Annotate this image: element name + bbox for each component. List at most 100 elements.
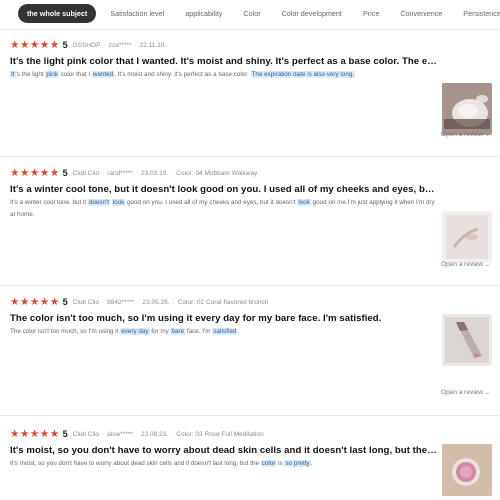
review-body: It's a winter cool tone, but it doesn't … bbox=[10, 197, 435, 221]
review-source: GSSHOP bbox=[72, 41, 101, 49]
star-icon: ★ bbox=[10, 296, 20, 308]
review-source: Club Clio bbox=[72, 169, 99, 177]
review-photo[interactable] bbox=[442, 444, 492, 496]
divider bbox=[0, 285, 500, 286]
star-icon: ★ bbox=[10, 428, 20, 440]
keyword-highlight: The expiration date is also very long. bbox=[250, 71, 356, 78]
star-icon: ★ bbox=[10, 167, 20, 179]
star-icon: ★ bbox=[19, 167, 30, 179]
cosmetic-photo-image bbox=[442, 211, 492, 263]
star-icon: ★ bbox=[49, 428, 60, 440]
body-text: for my bbox=[149, 328, 171, 335]
review-filter-bar: the whole subject Satisfaction level app… bbox=[0, 0, 500, 26]
keyword-highlight: look bbox=[111, 199, 126, 206]
filter-chip-applicability[interactable]: applicability bbox=[177, 5, 230, 22]
keyword-highlight: satisfied bbox=[212, 328, 238, 335]
review-title[interactable]: The color isn't too much, so I'm using i… bbox=[10, 313, 438, 324]
separator: · bbox=[134, 41, 137, 49]
chevron-down-icon: ⌄ bbox=[484, 132, 490, 138]
filter-chip-color[interactable]: Color bbox=[235, 5, 268, 22]
star-icon: ★ bbox=[29, 39, 40, 51]
body-text: It's a winter cool tone, but it bbox=[10, 199, 88, 206]
review-date: 23.03.19. bbox=[141, 169, 169, 177]
star-icon: ★ bbox=[49, 39, 60, 51]
keyword-highlight: wanted bbox=[91, 71, 115, 78]
star-icon: ★ bbox=[29, 428, 40, 440]
separator: · bbox=[102, 298, 105, 306]
keyword-highlight: so pretty bbox=[284, 460, 311, 467]
rating-value: 5 bbox=[62, 40, 68, 50]
review-date: 22.11.10. bbox=[139, 41, 167, 49]
review-source: Club Clio bbox=[72, 298, 99, 306]
separator: · bbox=[135, 169, 139, 177]
star-icon: ★ bbox=[19, 428, 30, 440]
review-meta: ★ ★ ★ ★ ★ 5 GSSHOP · zza***** · 22.11.10. bbox=[10, 39, 166, 51]
body-text: . bbox=[310, 460, 313, 467]
star-icon: ★ bbox=[39, 167, 50, 179]
open-review-label: Open a review bbox=[441, 261, 483, 268]
review-meta: ★ ★ ★ ★ ★ 5 Club Clio · rand***** · 23.03.19… bbox=[10, 167, 257, 179]
body-text: The color isn't too much, so I'm using i… bbox=[10, 328, 121, 335]
star-icon: ★ bbox=[39, 428, 50, 440]
star-rating: ★ ★ ★ ★ ★ bbox=[10, 39, 60, 51]
review-photo[interactable] bbox=[442, 211, 492, 263]
review-date: 23.08.23. bbox=[141, 430, 169, 438]
review-photo[interactable] bbox=[442, 314, 492, 366]
body-text: color that I bbox=[58, 71, 92, 78]
divider bbox=[0, 29, 500, 30]
review-user: 8842***** bbox=[107, 298, 135, 306]
body-text: It's moist, so you don't have to worry a… bbox=[10, 460, 261, 467]
filter-chip-color-development[interactable]: Color development bbox=[274, 5, 350, 22]
review-meta: ★ ★ ★ ★ ★ 5 Club Clio · 8842***** · 23.05.26… bbox=[10, 296, 268, 308]
review-title[interactable]: It's a winter cool tone, but it doesn't … bbox=[10, 184, 438, 195]
open-review-label: Open a review bbox=[441, 389, 483, 396]
review-option: Color: 03 Rose Full Meditation bbox=[176, 430, 264, 438]
star-icon: ★ bbox=[39, 296, 50, 308]
review-meta: ★ ★ ★ ★ ★ 5 Club Clio · alsw***** · 23.08.23… bbox=[10, 428, 264, 440]
filter-chip-convenience[interactable]: Convenience bbox=[392, 5, 450, 22]
filter-chip-price[interactable]: Price bbox=[355, 5, 387, 22]
open-review-link[interactable]: Open a review ⌄ bbox=[441, 131, 490, 138]
chevron-down-icon: ⌄ bbox=[484, 390, 490, 396]
separator: · bbox=[137, 298, 140, 306]
star-icon: ★ bbox=[39, 39, 50, 51]
star-icon: ★ bbox=[49, 167, 60, 179]
keyword-highlight: bare bbox=[170, 328, 186, 335]
star-rating: ★ ★ ★ ★ ★ bbox=[10, 296, 60, 308]
star-rating: ★ ★ ★ ★ ★ bbox=[10, 428, 60, 440]
body-text: 's the light bbox=[15, 71, 46, 78]
star-icon: ★ bbox=[29, 296, 40, 308]
review-title[interactable]: It's moist, so you don't have to worry a… bbox=[10, 445, 438, 456]
review-body: The color isn't too much, so I'm using i… bbox=[10, 326, 435, 338]
star-icon: ★ bbox=[19, 296, 30, 308]
star-icon: ★ bbox=[29, 167, 40, 179]
review-title[interactable]: It's the light pink color that I wanted.… bbox=[10, 56, 438, 67]
open-review-label: Open a review bbox=[441, 131, 483, 138]
body-text: . bbox=[237, 328, 240, 335]
separator: · bbox=[103, 41, 106, 49]
chevron-down-icon: ⌄ bbox=[484, 262, 490, 268]
star-icon: ★ bbox=[19, 39, 30, 51]
keyword-highlight: look bbox=[297, 199, 311, 206]
cosmetic-photo-image bbox=[442, 314, 492, 366]
open-review-link[interactable]: Open a review ⌄ bbox=[441, 261, 490, 268]
review-option: Color: 02 Coral-flavored brunch bbox=[177, 298, 269, 306]
divider bbox=[0, 156, 500, 157]
separator: · bbox=[102, 169, 105, 177]
star-rating: ★ ★ ★ ★ ★ bbox=[10, 167, 60, 179]
separator: · bbox=[172, 298, 175, 306]
separator: · bbox=[171, 169, 174, 177]
review-user: rand***** bbox=[107, 169, 133, 177]
open-review-link[interactable]: Open a review ⌄ bbox=[441, 389, 490, 396]
review-date: 23.05.26. bbox=[142, 298, 170, 306]
filter-chip-satisfaction[interactable]: Satisfaction level bbox=[102, 5, 172, 22]
separator: · bbox=[135, 430, 138, 438]
review-source: Club Clio bbox=[72, 430, 99, 438]
filter-chip-persistence[interactable]: Persistence bbox=[455, 5, 500, 22]
review-photo[interactable] bbox=[442, 83, 492, 135]
review-body: It's the light pink color that I wanted.… bbox=[10, 69, 435, 81]
review-user: alsw***** bbox=[107, 430, 133, 438]
filter-chip-whole-subject[interactable]: the whole subject bbox=[18, 3, 97, 23]
review-option: Color: 04 Mobbam Walkway bbox=[176, 169, 258, 177]
rating-value: 5 bbox=[62, 429, 68, 439]
